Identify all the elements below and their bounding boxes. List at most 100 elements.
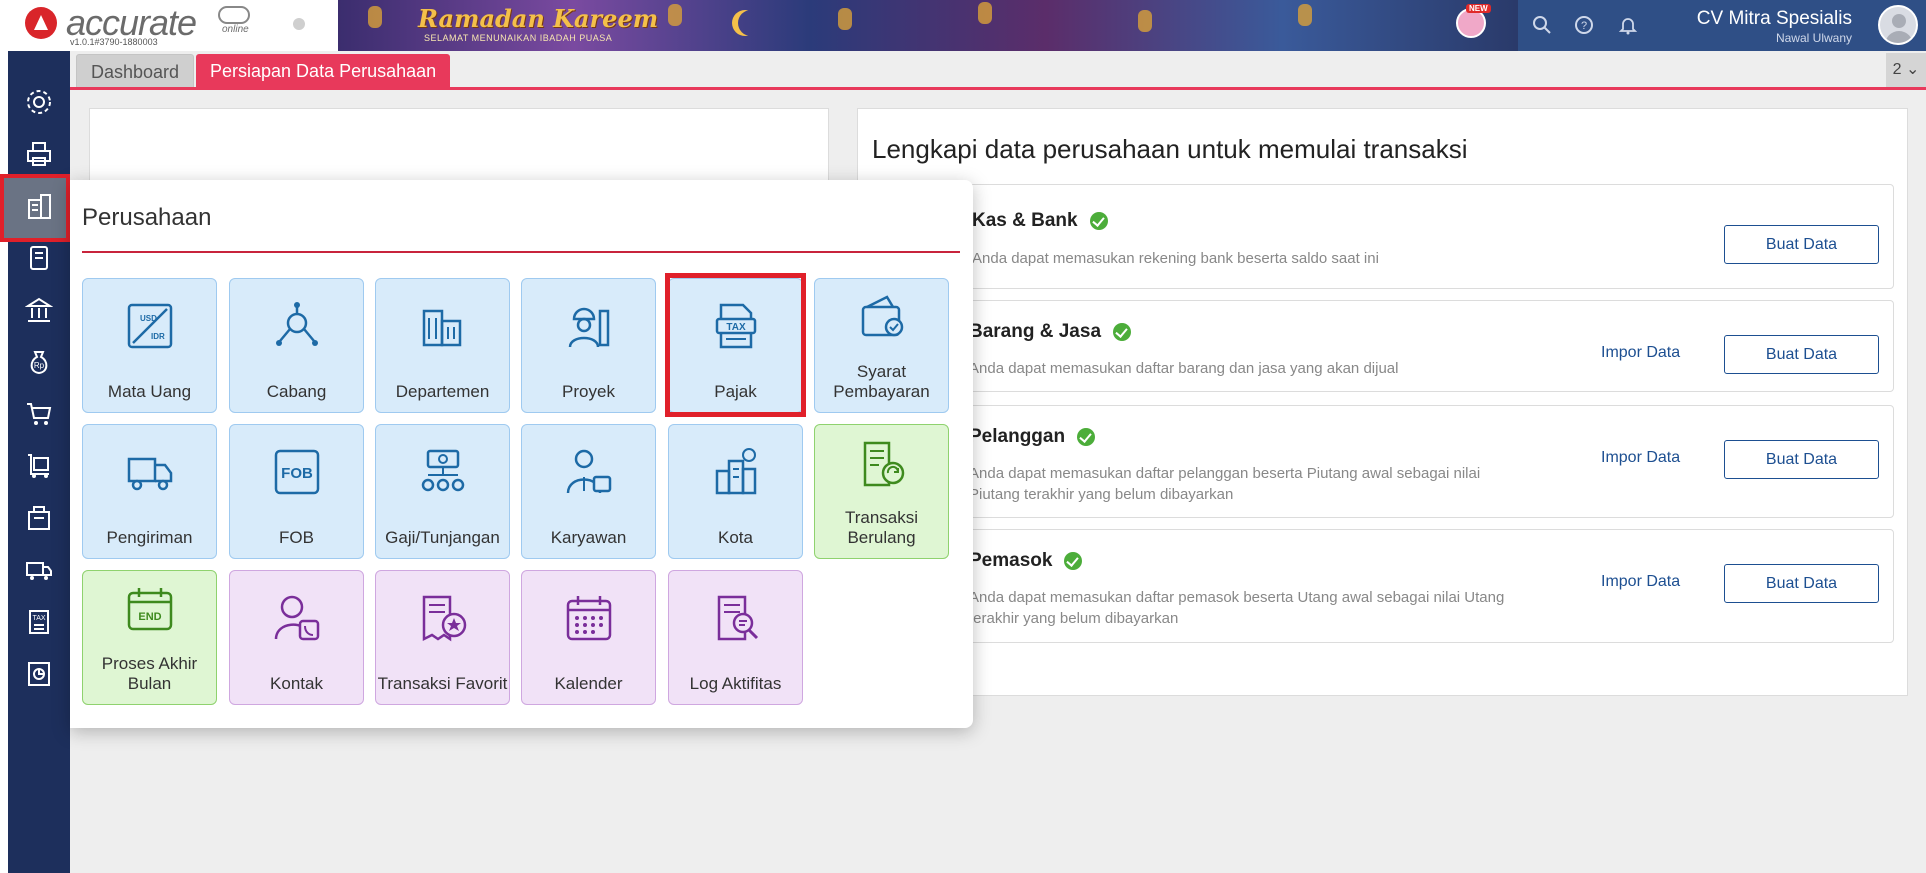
buat-data-button[interactable]: Buat Data [1724, 225, 1879, 264]
check-icon [1077, 427, 1096, 446]
cloud-icon [218, 6, 250, 24]
tile-syarat-pembayaran[interactable]: Syarat Pembayaran [814, 278, 949, 413]
tile-label: Gaji/Tunjangan [385, 528, 500, 547]
buat-data-button[interactable]: Buat Data [1724, 335, 1879, 374]
tile-label: Proyek [562, 382, 615, 401]
tile-label: FOB [279, 528, 314, 547]
bell-icon[interactable] [1618, 15, 1638, 35]
search-icon[interactable] [1532, 15, 1552, 35]
tile-label: Karyawan [550, 528, 627, 547]
tile-label: Kota [718, 528, 753, 547]
tile-label: Kontak [270, 674, 323, 693]
printer-icon[interactable] [22, 137, 56, 171]
tile-kalender[interactable]: Kalender [521, 570, 656, 705]
lantern-icon [1138, 10, 1152, 32]
payment-terms-icon [861, 295, 904, 337]
impor-data-button[interactable]: Impor Data [1601, 344, 1680, 362]
user-area: ? CV Mitra Spesialis Nawal Ulwany [1518, 0, 1926, 51]
svg-text:FOB: FOB [281, 465, 313, 482]
tile-label: Cabang [266, 382, 327, 401]
impor-data-button[interactable]: Impor Data [1601, 449, 1680, 467]
lantern-icon [1298, 4, 1312, 26]
card-title: Pelanggan [969, 426, 1096, 448]
top-bar: accurate online v1.0.1#3790-1880003 Rama… [8, 0, 1926, 51]
currency-exchange-icon: USD IDR [127, 303, 173, 349]
tile-label: Kalender [554, 674, 623, 693]
tile-label: Proses Akhir Bulan [101, 654, 198, 693]
tile-transaksi-favorit[interactable]: Transaksi Favorit [375, 570, 510, 705]
tile-departemen[interactable]: Departemen [375, 278, 510, 413]
tile-label: Log Aktifitas [689, 674, 782, 693]
tile-pengiriman[interactable]: Pengiriman [82, 424, 217, 559]
tab-dashboard[interactable]: Dashboard [76, 54, 195, 88]
tile-gaji-tunjangan[interactable]: Gaji/Tunjangan [375, 424, 510, 559]
contact-icon [274, 595, 320, 641]
truck-icon[interactable] [22, 553, 56, 587]
activity-log-icon [717, 595, 759, 641]
lantern-icon [368, 6, 382, 28]
bank-icon[interactable] [22, 293, 56, 327]
impor-data-button[interactable]: Impor Data [1601, 573, 1680, 591]
check-icon [1089, 211, 1108, 230]
cart-icon[interactable] [22, 397, 56, 431]
company-name[interactable]: CV Mitra Spesialis [1697, 8, 1852, 30]
buat-data-button[interactable]: Buat Data [1724, 564, 1879, 603]
help-icon[interactable]: ? [1574, 15, 1594, 35]
card-title: Pemasok [969, 550, 1083, 572]
banner-title: Ramadan Kareem [418, 4, 659, 33]
popup-divider [82, 251, 960, 253]
tile-kontak[interactable]: Kontak [229, 570, 364, 705]
warehouse-icon[interactable] [22, 501, 56, 535]
tile-proses-akhir-bulan[interactable]: END Proses Akhir Bulan [82, 570, 217, 705]
book-icon[interactable] [22, 241, 56, 275]
tile-label: Syarat Pembayaran [833, 362, 930, 401]
svg-text:USD: USD [140, 314, 157, 323]
building-icon[interactable] [22, 189, 56, 223]
card-desc: Anda dapat memasukan rekening bank beser… [972, 250, 1379, 267]
report-icon[interactable] [22, 657, 56, 691]
svg-text:END: END [138, 611, 161, 623]
tile-cabang[interactable]: Cabang [229, 278, 364, 413]
city-icon [715, 448, 757, 495]
buat-data-button[interactable]: Buat Data [1724, 440, 1879, 479]
check-icon [1064, 551, 1083, 570]
setup-title: Lengkapi data perusahaan untuk memulai t… [872, 134, 1468, 164]
department-icon [422, 309, 462, 347]
tab-persiapan-data[interactable]: Persiapan Data Perusahaan [196, 54, 451, 88]
tile-proyek[interactable]: Proyek [521, 278, 656, 413]
tile-label: Pengiriman [106, 528, 193, 547]
tile-transaksi-berulang[interactable]: Transaksi Berulang [814, 424, 949, 559]
svg-text:Rp: Rp [34, 361, 45, 370]
tile-log-aktifitas[interactable]: Log Aktifitas [668, 570, 803, 705]
card-pelanggan: Pelanggan Anda dapat memasukan daftar pe… [858, 405, 1894, 518]
tab-count[interactable]: 2 ⌄ [1886, 53, 1926, 87]
tile-fob[interactable]: FOB FOB [229, 424, 364, 559]
setup-panel: Lengkapi data perusahaan untuk memulai t… [857, 108, 1908, 696]
tile-mata-uang[interactable]: USD IDR Mata Uang [82, 278, 217, 413]
tile-label: Transaksi Berulang [844, 508, 919, 547]
left-edge [0, 0, 8, 873]
logo-sub: online [222, 24, 249, 35]
avatar[interactable] [1878, 5, 1918, 45]
tile-label: Departemen [395, 382, 490, 401]
settings-icon[interactable] [22, 85, 56, 119]
end-of-month-icon: END [127, 588, 173, 631]
trolley-icon[interactable] [22, 449, 56, 483]
svg-text:IDR: IDR [151, 332, 165, 341]
lantern-icon [838, 8, 852, 30]
tile-label: Mata Uang [107, 382, 192, 401]
fob-icon: FOB [274, 449, 320, 495]
dot-icon [293, 18, 305, 30]
tax-document-icon[interactable]: TAX [22, 605, 56, 639]
salary-icon [421, 449, 465, 492]
tile-karyawan[interactable]: Karyawan [521, 424, 656, 559]
svg-text:TAX: TAX [32, 615, 45, 622]
accurate-logo-icon [25, 7, 57, 39]
card-kas-bank: Kas & Bank Anda dapat memasukan rekening… [858, 184, 1894, 289]
tile-label: Transaksi Favorit [377, 674, 508, 693]
logo[interactable]: accurate online v1.0.1#3790-1880003 [8, 0, 338, 51]
money-bag-icon[interactable]: Rp [22, 345, 56, 379]
card-desc: Anda dapat memasukan daftar barang dan j… [969, 360, 1399, 377]
employee-icon [566, 449, 612, 494]
tile-kota[interactable]: Kota [668, 424, 803, 559]
